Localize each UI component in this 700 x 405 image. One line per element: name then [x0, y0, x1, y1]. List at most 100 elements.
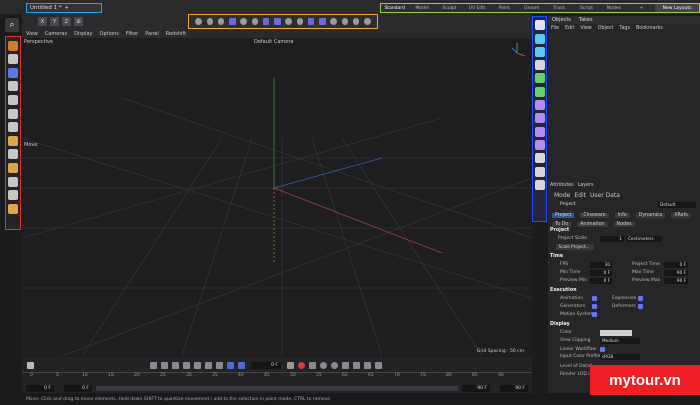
subtab-project[interactable]: Project	[552, 213, 575, 218]
range-slider[interactable]	[96, 386, 458, 391]
layout-paint[interactable]: Paint	[491, 6, 518, 11]
preview-max-field[interactable]: 90 F	[664, 278, 688, 284]
keyframe-settings-icon[interactable]	[27, 361, 34, 369]
add-layout-button[interactable]: +	[628, 6, 655, 11]
next-key-icon[interactable]	[205, 361, 212, 369]
viewport-menu-cameras[interactable]: Cameras	[45, 31, 67, 37]
range-start-field[interactable]: 0 F	[26, 385, 54, 392]
live-selection-icon[interactable]	[8, 54, 18, 65]
go-start-icon[interactable]	[150, 361, 157, 369]
viewport-menu-view[interactable]: View	[26, 31, 38, 37]
search-icon[interactable]: ⌕	[5, 18, 19, 32]
viewport-menu-redshift[interactable]: Redshift	[166, 31, 186, 37]
key-position-icon[interactable]	[320, 361, 327, 369]
menu-mode[interactable]: Mode	[554, 192, 570, 199]
axis-x-button[interactable]: X	[38, 17, 47, 26]
auto-key-icon[interactable]	[298, 361, 305, 369]
lock-icon[interactable]	[352, 18, 360, 25]
subtab-nodes[interactable]: Nodes	[613, 222, 635, 227]
tab-attributes[interactable]: Attributes	[550, 183, 574, 188]
render-region-icon[interactable]	[364, 18, 371, 25]
preset-dropdown[interactable]: Default	[658, 202, 696, 208]
min-time-field[interactable]: 0 F	[590, 270, 612, 276]
extra-tool-icon[interactable]	[8, 203, 18, 214]
viewport-camera-label[interactable]: Default Camera	[254, 39, 293, 45]
expression-checkbox[interactable]	[638, 296, 643, 301]
axis-z-button[interactable]: Z	[62, 17, 71, 26]
layout-nodes[interactable]: Nodes	[600, 6, 627, 11]
generators-checkbox[interactable]	[592, 304, 597, 309]
fps-icon[interactable]	[238, 361, 245, 369]
tab-layers[interactable]: Layers	[578, 183, 594, 188]
scale-tool-icon[interactable]	[8, 94, 18, 105]
layout-model[interactable]: Model	[408, 6, 435, 11]
null-object-icon[interactable]	[534, 20, 545, 31]
prev-key-icon[interactable]	[161, 361, 168, 369]
tab-takes[interactable]: Takes	[579, 17, 593, 23]
field-icon[interactable]	[534, 113, 545, 124]
subtab-xrefs[interactable]: XRefs	[671, 213, 691, 218]
transform-tool-icon[interactable]	[8, 108, 18, 119]
timeline-menu-icon[interactable]	[375, 361, 382, 369]
loop-icon[interactable]	[227, 361, 234, 369]
add-tab-button[interactable]: +	[62, 5, 70, 11]
current-frame-field[interactable]: 0 F	[251, 361, 281, 369]
layout-standard[interactable]: Standard	[381, 6, 408, 11]
deformer-icon[interactable]	[534, 100, 545, 111]
spline-icon[interactable]	[534, 139, 545, 150]
redo-icon[interactable]	[206, 18, 214, 25]
generator-icon[interactable]	[534, 73, 545, 84]
grid-icon[interactable]	[307, 18, 315, 25]
key-selection-icon[interactable]	[309, 361, 316, 369]
render-icon[interactable]	[229, 18, 236, 25]
prev-frame-icon[interactable]	[172, 361, 179, 369]
preview-end-field[interactable]: 90 F	[462, 385, 490, 392]
subtab-dynamics[interactable]: Dynamics	[635, 213, 666, 218]
layout-groom[interactable]: Groom	[518, 6, 545, 11]
volume-icon[interactable]	[534, 126, 545, 137]
environment-icon[interactable]	[534, 153, 545, 164]
subtab-to-do[interactable]: To Do	[552, 222, 572, 227]
undo-icon[interactable]	[195, 18, 202, 25]
viewport-menu-options[interactable]: Options	[100, 31, 119, 37]
edges-mode-icon[interactable]	[274, 18, 281, 25]
workplane-icon[interactable]	[296, 18, 304, 25]
next-frame-icon[interactable]	[194, 361, 201, 369]
menu-tags[interactable]: Tags	[619, 26, 630, 31]
menu-user-data[interactable]: User Data	[590, 192, 620, 199]
key-param-icon[interactable]	[353, 361, 360, 369]
subtab-info[interactable]: Info	[614, 213, 630, 218]
layout-uv-edit[interactable]: UV Edit	[463, 6, 490, 11]
light-icon[interactable]	[534, 179, 545, 190]
viewport-menu-filter[interactable]: Filter	[126, 31, 138, 37]
motion-system-checkbox[interactable]	[592, 312, 597, 317]
key-scale-icon[interactable]	[342, 361, 349, 369]
picture-viewer-icon[interactable]	[251, 18, 259, 25]
preview-start-field[interactable]: 0 F	[64, 385, 92, 392]
cloner-icon[interactable]	[534, 86, 545, 97]
cube-icon[interactable]	[534, 33, 545, 44]
scale-project-button[interactable]: Scale Project...	[556, 244, 594, 250]
menu-edit[interactable]: Edit	[565, 26, 574, 31]
texture-mode-icon[interactable]	[319, 18, 326, 25]
viewport-menu-display[interactable]: Display	[74, 31, 92, 37]
magnet-tool-icon[interactable]	[8, 190, 18, 201]
menu-file[interactable]: File	[551, 26, 559, 31]
deformers-checkbox[interactable]	[638, 304, 643, 309]
coordinate-system-icon[interactable]: ⊞	[74, 17, 83, 26]
3d-viewport[interactable]: Perspective Default Camera Grid Spacing …	[22, 38, 532, 356]
menu-object[interactable]: Object	[598, 26, 614, 31]
snap-icon[interactable]	[285, 18, 292, 25]
max-time-field[interactable]: 90 F	[664, 270, 688, 276]
primitive-icon[interactable]	[534, 46, 545, 57]
spline-pen-icon[interactable]	[8, 135, 18, 146]
project-time-field[interactable]: 0 F	[664, 262, 688, 268]
preview-min-field[interactable]: 0 F	[590, 278, 612, 284]
axis-y-button[interactable]: Y	[50, 17, 59, 26]
render-view-icon[interactable]	[217, 18, 225, 25]
viewport-solo-icon[interactable]	[341, 18, 349, 25]
key-pla-icon[interactable]	[364, 361, 371, 369]
viewport-menu-panel[interactable]: Panel	[145, 31, 159, 37]
timeline-ruler[interactable]: 0 5 10 15 20 25 30 35 40 45 50 55 60 65 …	[22, 372, 532, 384]
document-tab[interactable]: Untitled 1 * +	[26, 3, 102, 13]
